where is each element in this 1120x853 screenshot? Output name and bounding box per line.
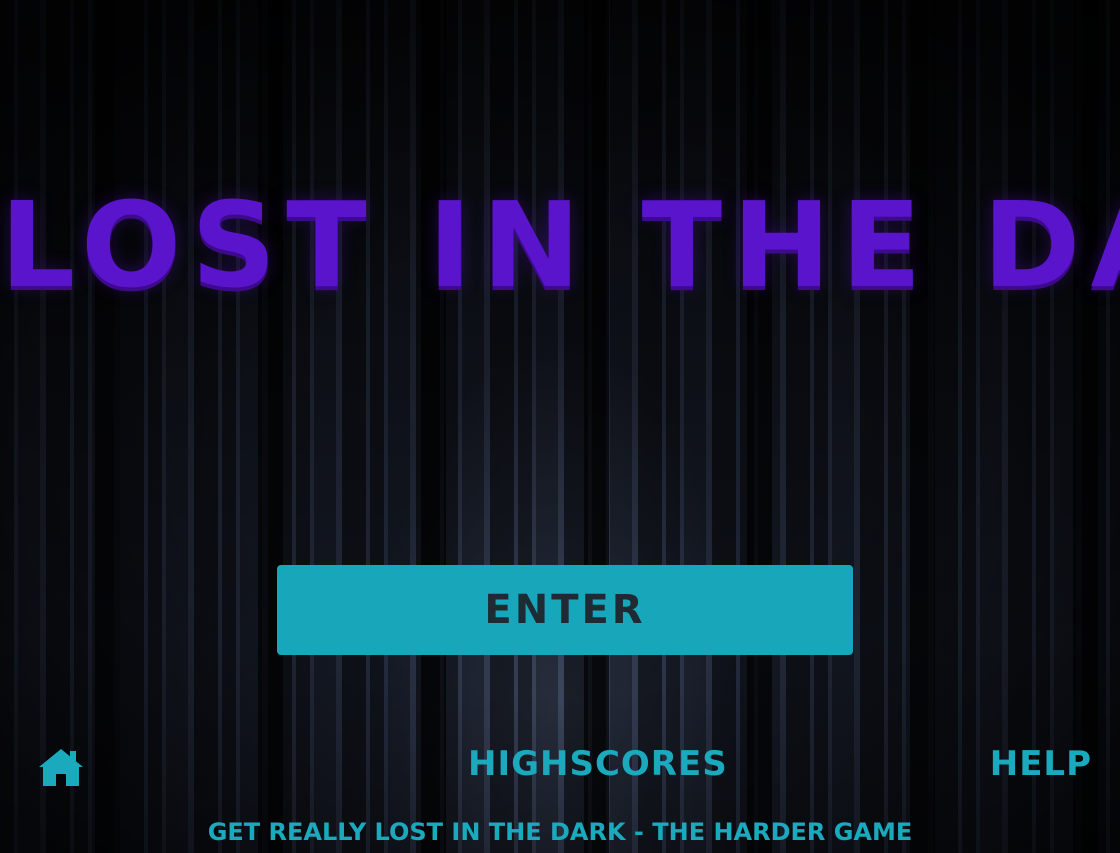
home-icon [39,749,83,786]
harder-game-link[interactable]: Get really lost in the dark - the harder… [0,818,1120,846]
home-button[interactable] [36,746,86,788]
vignette-overlay [0,0,1120,853]
highscores-link[interactable]: Highscores [468,744,728,784]
game-screen: Lost in the Dark Enter Highscores Help G… [0,0,1120,853]
game-title: Lost in the Dark [0,176,1120,314]
help-link[interactable]: Help [990,744,1092,784]
enter-button[interactable]: Enter [277,565,853,655]
